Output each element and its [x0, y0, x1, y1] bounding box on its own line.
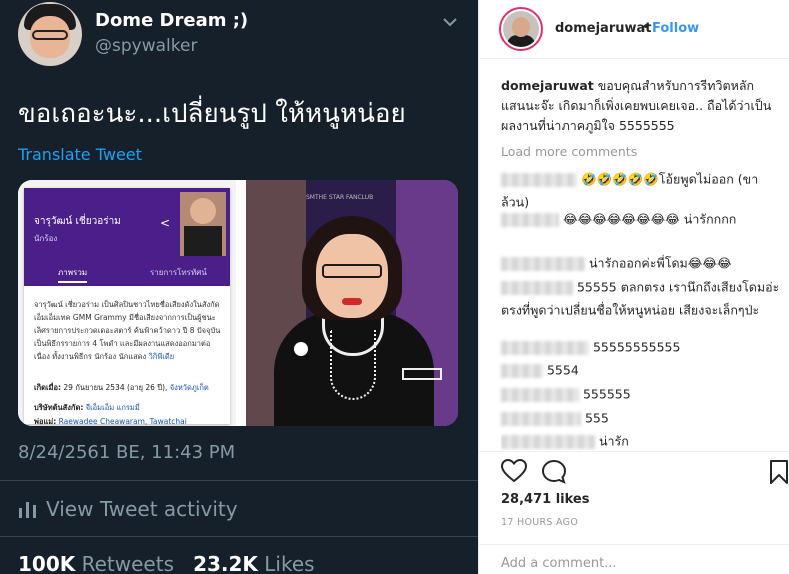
card-name: จารุวัฒน์ เชี่ยวอร่าม: [34, 216, 121, 227]
comment: 5554: [501, 359, 783, 382]
card-parents-label: พ่อแม่:: [34, 417, 57, 426]
likes-count[interactable]: 23.2K: [193, 552, 258, 574]
translate-tweet-link[interactable]: Translate Tweet: [18, 145, 142, 164]
tweet-display-name[interactable]: Dome Dream ;): [95, 10, 248, 31]
photo-pearl-necklace: [330, 330, 376, 400]
comment-username-blurred[interactable]: [501, 363, 543, 378]
retweets-label[interactable]: Retweets: [82, 552, 174, 574]
comment: 55555555555: [501, 336, 783, 359]
comment-username-blurred[interactable]: [501, 256, 585, 271]
card-company-row: บริษัทต้นสังกัด: จีเอ็มเอ็ม แกรมมี่: [34, 402, 140, 414]
caption-username[interactable]: domejaruwat: [501, 78, 594, 93]
tweet-media[interactable]: จารุวัฒน์ เชี่ยวอร่าม นักร้อง < ภาพรวม ร…: [18, 180, 458, 426]
comment-username-blurred[interactable]: [501, 172, 577, 187]
photo-watermark: SMTHE STAR FANCLUB: [306, 194, 374, 201]
ig-avatar-face: [512, 17, 530, 37]
card-company-label: บริษัทต้นสังกัด:: [34, 403, 84, 412]
share-icon: <: [160, 216, 171, 230]
view-tweet-activity-link[interactable]: View Tweet activity: [46, 497, 238, 521]
follow-button[interactable]: Follow: [652, 21, 699, 36]
search-knowledge-card: จารุวัฒน์ เชี่ยวอร่าม นักร้อง < ภาพรวม ร…: [24, 188, 230, 426]
card-tab-programs: รายการโทรทัศน์: [150, 268, 207, 277]
comment: 🤣🤣🤣🤣🤣โอ้ยพูดไม่ออก (ขาล้วน): [501, 168, 783, 213]
card-tab-overview: ภาพรวม: [58, 266, 88, 283]
comment: น่ารัก: [501, 430, 783, 450]
comment-text: 555555: [582, 386, 631, 402]
comment-username-blurred[interactable]: [501, 340, 589, 355]
comment-text: น่ารักออกค่ะพี่โดม😂😂😂: [588, 255, 732, 271]
divider: [479, 544, 789, 545]
tweet-handle[interactable]: @spywalker: [95, 36, 197, 56]
tweet-screenshot: Dome Dream ;) @spywalker ขอเถอะนะ...เปลี…: [0, 0, 478, 574]
divider: [0, 536, 478, 537]
comment-username-blurred[interactable]: [501, 411, 581, 426]
heart-icon[interactable]: [501, 459, 527, 483]
card-photo-head: [190, 198, 216, 224]
divider: [479, 58, 789, 59]
likes-count[interactable]: 28,471 likes: [501, 492, 589, 507]
ig-username[interactable]: domejaruwat: [555, 21, 652, 36]
comment-text: 55555555555: [592, 339, 681, 355]
post-time[interactable]: 17 HOURS AGO: [501, 517, 578, 528]
comment: 555555: [501, 383, 783, 406]
comment-username-blurred[interactable]: [501, 280, 573, 295]
load-more-comments-button[interactable]: Load more comments: [501, 144, 637, 159]
photo-glasses: [322, 264, 382, 278]
ig-caption: domejaruwat ขอบคุณสำหรับการรีทวิตหลัก แส…: [501, 76, 781, 136]
comment-text: 555: [584, 410, 609, 426]
media-left-image[interactable]: จารุวัฒน์ เชี่ยวอร่าม นักร้อง < ภาพรวม ร…: [18, 180, 236, 426]
photo-brooch: [294, 342, 308, 356]
photo-red-lips: [342, 298, 362, 305]
tweet-text: ขอเถอะนะ...เปลี่ยนรูป ให้หนูหน่อย: [18, 99, 406, 129]
ig-avatar[interactable]: [499, 7, 543, 51]
comment: น่ารักออกค่ะพี่โดม😂😂😂: [501, 252, 783, 275]
chevron-down-icon[interactable]: [442, 14, 458, 30]
photo-cuff: [402, 368, 442, 380]
add-comment-input[interactable]: [501, 556, 761, 571]
card-born-label: เกิดเมื่อ:: [34, 383, 61, 392]
card-wiki-link: วิกิพีเดีย: [148, 352, 175, 361]
card-born-place: จังหวัดภูเก็ต: [169, 383, 209, 392]
card-header: จารุวัฒน์ เชี่ยวอร่าม นักร้อง < ภาพรวม ร…: [24, 188, 230, 286]
comment-text: น่ารัก: [598, 433, 629, 449]
card-company-value: จีเอ็มเอ็ม แกรมมี่: [85, 403, 140, 412]
media-right-image[interactable]: SMTHE STAR FANCLUB: [246, 180, 458, 426]
card-parents-row: พ่อแม่: Raewadee Cheawaram, Tawatchai: [34, 416, 187, 426]
card-description-text: จารุวัฒน์ เชี่ยวอร่าม เป็นศิลปินชาวไทยชื…: [34, 300, 221, 361]
comment-username-blurred[interactable]: [501, 434, 595, 449]
card-role: นักร้อง: [34, 234, 58, 243]
card-photo-body: [184, 226, 222, 256]
comment-text: 😂😂😂😂😂😂😂😂 น่ารักกกก: [562, 211, 737, 227]
avatar-glasses: [32, 30, 68, 40]
card-parents-value: Raewadee Cheawaram, Tawatchai: [58, 417, 187, 426]
comment-username-blurred[interactable]: [501, 212, 559, 227]
comment-bubble-icon[interactable]: [541, 459, 567, 485]
tweet-avatar[interactable]: [18, 2, 82, 66]
divider: [0, 480, 478, 481]
tweet-stats: 100K Retweets 23.2K Likes: [18, 552, 315, 574]
card-description: จารุวัฒน์ เชี่ยวอร่าม เป็นศิลปินชาวไทยชื…: [34, 298, 224, 363]
tweet-timestamp[interactable]: 8/24/2561 BE, 11:43 PM: [18, 442, 235, 463]
instagram-panel: domejaruwat • Follow domejaruwat ขอบคุณส…: [478, 0, 789, 574]
separator-dot: •: [642, 20, 650, 35]
comment: 555: [501, 407, 783, 430]
bar-chart-icon[interactable]: [18, 500, 38, 518]
comment-username-blurred[interactable]: [501, 387, 579, 402]
bookmark-icon[interactable]: [769, 459, 789, 485]
divider: [479, 451, 789, 452]
ig-avatar-image: [503, 11, 539, 47]
likes-label[interactable]: Likes: [264, 552, 314, 574]
card-born-value: 29 กันยายน 2534 (อายุ 26 ปี),: [63, 383, 168, 392]
comment: 😂😂😂😂😂😂😂😂 น่ารักกกก: [501, 208, 783, 231]
card-born-row: เกิดเมื่อ: 29 กันยายน 2534 (อายุ 26 ปี),…: [34, 382, 209, 394]
retweets-count[interactable]: 100K: [18, 552, 75, 574]
comment-text: 5554: [546, 362, 579, 378]
card-photo: [180, 192, 226, 256]
comment: 55555 ตลกตรง เรานึกถึงเสียงโดมอ่ะ ตรงที่…: [501, 276, 783, 321]
